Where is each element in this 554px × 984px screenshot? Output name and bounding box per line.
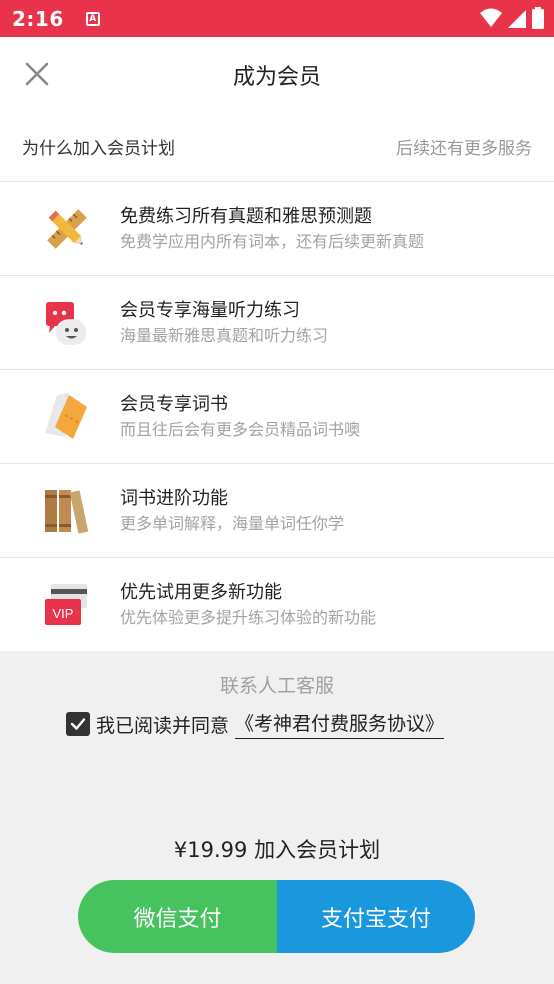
contact-support-link[interactable]: 联系人工客服 [0,671,554,698]
feature-subtitle: 更多单词解释，海量单词任你学 [120,513,345,533]
agree-checkbox[interactable] [66,712,90,736]
price-label: ¥19.99 加入会员计划 [173,838,381,862]
wifi-icon [480,8,502,27]
status-icons [480,7,544,29]
feature-title: 优先试用更多新功能 [120,582,282,603]
feature-title: 免费练习所有真题和雅思预测题 [120,205,372,227]
feature-item: 词书进阶功能 更多单词解释，海量单词任你学 [0,464,554,558]
feature-item: 免费练习所有真题和雅思预测题 免费学应用内所有词本，还有后续更新真题 [0,182,554,276]
pencil-ruler-icon [42,204,92,254]
feature-title: 会员专享海量听力练习 [120,299,300,321]
payment-buttons: 微信支付 支付宝支付 [78,880,475,953]
feature-text: 优先试用更多新功能 优先体验更多提升练习体验的新功能 [120,580,376,630]
close-icon [25,62,49,86]
feature-item: 会员专享词书 而且往后会有更多会员精品词书噢 [0,370,554,464]
section-title: 为什么加入会员计划 [22,139,175,159]
agree-text: 我已阅读并同意 [96,714,230,737]
payment-panel: 联系人工客服 我已阅读并同意 《考神君付费服务协议》 ¥19.99 加入会员计划… [0,651,554,984]
feature-subtitle: 而且往后会有更多会员精品词书噢 [120,419,361,439]
section-header: 为什么加入会员计划 后续还有更多服务 [0,112,554,182]
feature-title: 会员专享词书 [120,393,228,415]
alipay-button[interactable]: 支付宝支付 [277,880,475,953]
wechat-pay-button[interactable]: 微信支付 [78,880,277,953]
chat-faces-icon [42,298,92,348]
feature-subtitle: 海量最新雅思真题和听力练习 [120,325,329,345]
feature-list: 免费练习所有真题和雅思预测题 免费学应用内所有词本，还有后续更新真题 会员专享海… [0,182,554,652]
check-icon [70,718,86,730]
feature-text: 会员专享词书 而且往后会有更多会员精品词书噢 [120,392,360,442]
feature-text: 免费练习所有真题和雅思预测题 免费学应用内所有词本，还有后续更新真题 [120,204,424,254]
agreement-row: 我已阅读并同意 《考神君付费服务协议》 [66,709,445,739]
books-icon [42,486,92,536]
feature-text: 会员专享海量听力练习 海量最新雅思真题和听力练习 [120,298,328,348]
vip-card-icon: VIP [42,580,92,630]
status-bar: 2:16 A [0,0,554,37]
signal-icon [508,10,526,28]
notification-icon: A [85,11,100,26]
app-header: 成为会员 [0,37,554,112]
ticket-icon [42,392,92,442]
feature-item: VIP 优先试用更多新功能 优先体验更多提升练习体验的新功能 [0,558,554,652]
feature-item: 会员专享海量听力练习 海量最新雅思真题和听力练习 [0,276,554,370]
feature-title: 词书进阶功能 [120,487,228,509]
agreement-link[interactable]: 《考神君付费服务协议》 [235,709,445,739]
feature-text: 词书进阶功能 更多单词解释，海量单词任你学 [120,486,344,536]
battery-icon [532,7,544,29]
svg-text:VIP: VIP [53,606,74,621]
section-more-text: 后续还有更多服务 [396,139,532,159]
status-time: 2:16 [12,6,64,31]
page-title: 成为会员 [232,64,321,90]
close-button[interactable] [20,57,54,91]
feature-subtitle: 免费学应用内所有词本，还有后续更新真题 [120,231,425,251]
feature-subtitle: 优先体验更多提升练习体验的新功能 [120,608,377,627]
